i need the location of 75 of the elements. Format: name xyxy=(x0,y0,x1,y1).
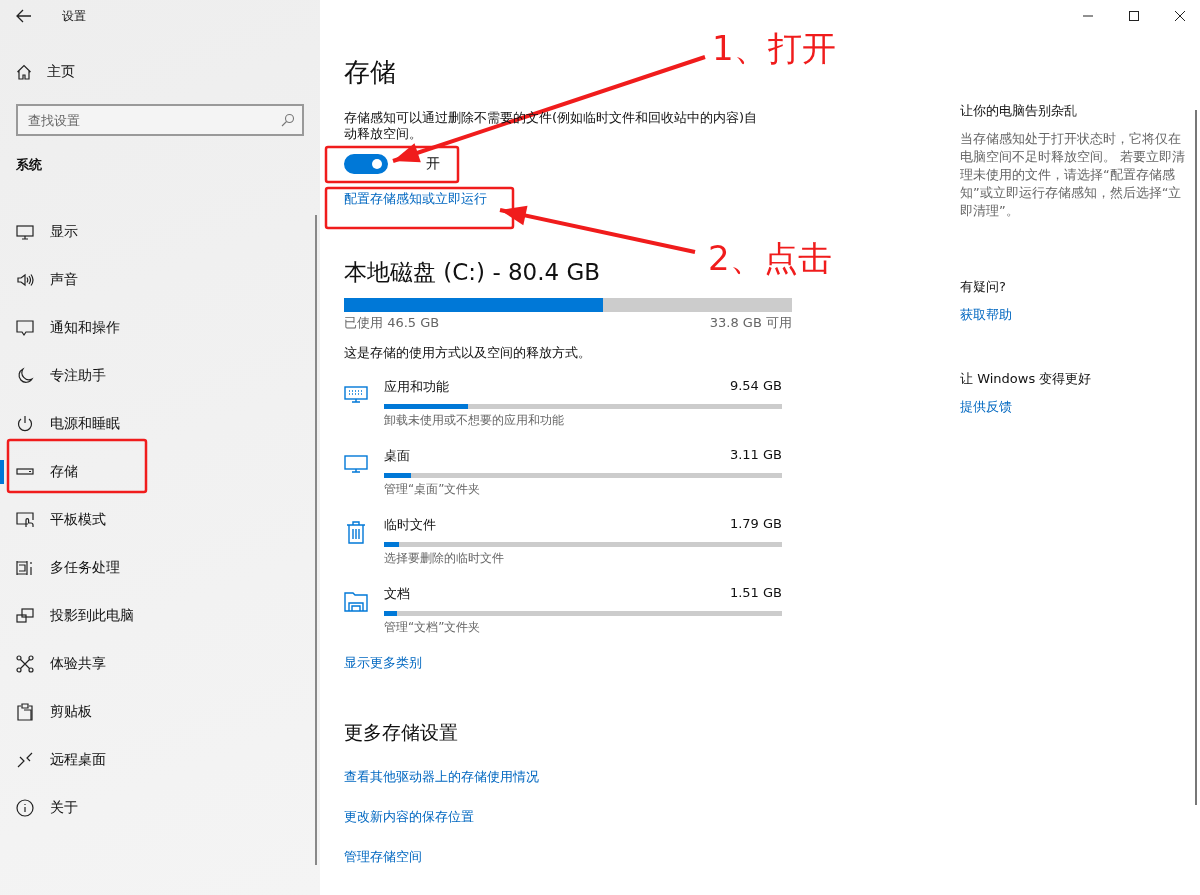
sidebar-item[interactable]: 声音 xyxy=(0,256,320,304)
sidebar-item[interactable]: 投影到此电脑 xyxy=(0,592,320,640)
category-item[interactable]: 文档 1.51 GB 管理“文档”文件夹 xyxy=(344,585,904,654)
trash-icon xyxy=(344,520,368,544)
category-size: 9.54 GB xyxy=(729,378,782,395)
used-space: 已使用 46.5 GB xyxy=(344,314,440,332)
aside-link[interactable]: 获取帮助 xyxy=(960,306,1012,324)
section-heading: 更多存储设置 xyxy=(344,720,459,745)
folder-icon xyxy=(344,589,368,613)
screens-icon xyxy=(16,607,34,625)
tablet-hand-icon xyxy=(16,511,34,529)
moon-icon xyxy=(16,367,34,385)
search-icon xyxy=(281,113,295,127)
category-hint: 管理“文档”文件夹 xyxy=(384,620,481,634)
info-icon xyxy=(16,799,34,817)
category-name: 应用和功能 xyxy=(384,378,449,396)
category-hint: 选择要删除的临时文件 xyxy=(384,551,504,565)
multitask-icon xyxy=(16,559,34,577)
category-item[interactable]: 应用和功能 9.54 GB 卸载未使用或不想要的应用和功能 xyxy=(344,378,904,447)
page-title: 存储 xyxy=(344,56,396,88)
clipboard-icon xyxy=(16,703,34,721)
close-icon[interactable] xyxy=(1174,10,1186,22)
sidebar-item[interactable]: 关于 xyxy=(0,784,320,832)
usage-note: 这是存储的使用方式以及空间的释放方式。 xyxy=(344,344,592,362)
aside-heading: 有疑问? xyxy=(960,278,1007,296)
category-name: 文档 xyxy=(384,585,410,603)
back-arrow-icon[interactable] xyxy=(16,9,32,23)
category-size: 3.11 GB xyxy=(729,447,782,464)
sidebar-item[interactable]: 多任务处理 xyxy=(0,544,320,592)
scrollbar[interactable] xyxy=(315,215,317,865)
free-space: 33.8 GB 可用 xyxy=(709,314,792,332)
aside-text: 当存储感知处于打开状态时，它将仅在电脑空间不足时释放空间。 若要立即清理未使用的文件，请选择“配置存储感知”或立即运行存储感知，然后选择“立即清理”。 xyxy=(960,130,1187,220)
configure-link[interactable]: 配置存储感知或立即运行 xyxy=(344,190,487,208)
toggle-switch[interactable] xyxy=(344,154,388,174)
aside-link[interactable]: 提供反馈 xyxy=(960,398,1012,416)
category-hint: 卸载未使用或不想要的应用和功能 xyxy=(384,413,564,427)
sidebar-item[interactable]: 电源和睡眠 xyxy=(0,400,320,448)
window-title: 设置 xyxy=(62,7,86,25)
sidebar-item[interactable]: 通知和操作 xyxy=(0,304,320,352)
network-icon xyxy=(16,655,34,673)
sidebar-item[interactable]: 显示 xyxy=(0,208,320,256)
monitor-icon xyxy=(16,223,34,241)
settings-link[interactable]: 查看其他驱动器上的存储使用情况 xyxy=(344,768,539,786)
category-size: 1.79 GB xyxy=(729,516,782,533)
arrows-icon xyxy=(16,751,34,769)
aside-heading: 让 Windows 变得更好 xyxy=(960,370,1093,388)
power-icon xyxy=(16,415,34,433)
category-name: 临时文件 xyxy=(384,516,436,534)
category-hint: 管理“桌面”文件夹 xyxy=(384,482,481,496)
sidebar-item[interactable]: 远程桌面 xyxy=(0,736,320,784)
annotation-label: 2、点击 xyxy=(708,238,832,278)
category-item[interactable]: 临时文件 1.79 GB 选择要删除的临时文件 xyxy=(344,516,904,585)
search-field[interactable]: 查找设置 xyxy=(16,104,304,136)
disk-title: 本地磁盘 (C:) - 80.4 GB xyxy=(344,258,601,286)
settings-link[interactable]: 管理存储空间 xyxy=(344,848,422,866)
sidebar-item[interactable]: 平板模式 xyxy=(0,496,320,544)
scrollbar[interactable] xyxy=(1195,110,1197,805)
speech-bubble-icon xyxy=(16,319,34,337)
sidebar-item[interactable]: 专注助手 xyxy=(0,352,320,400)
category-item[interactable]: 桌面 3.11 GB 管理“桌面”文件夹 xyxy=(344,447,904,516)
section-heading: 系统 xyxy=(16,156,43,174)
annotation-label: 1、打开 xyxy=(712,28,836,68)
category-size: 1.51 GB xyxy=(729,585,782,602)
sidebar-item[interactable]: 剪贴板 xyxy=(0,688,320,736)
toggle-label: 开 xyxy=(426,155,440,173)
maximize-icon[interactable] xyxy=(1128,10,1140,22)
settings-link[interactable]: 更改新内容的保存位置 xyxy=(344,808,474,826)
sidebar-item[interactable]: 体验共享 xyxy=(0,640,320,688)
home-icon xyxy=(16,64,32,80)
home-link[interactable]: 主页 xyxy=(47,63,75,81)
category-name: 桌面 xyxy=(384,447,410,465)
sidebar-item[interactable]: 存储 xyxy=(0,448,320,496)
aside-heading: 让你的电脑告别杂乱 xyxy=(960,102,1078,120)
show-more-link[interactable]: 显示更多类别 xyxy=(344,654,422,672)
speaker-icon xyxy=(16,271,34,289)
